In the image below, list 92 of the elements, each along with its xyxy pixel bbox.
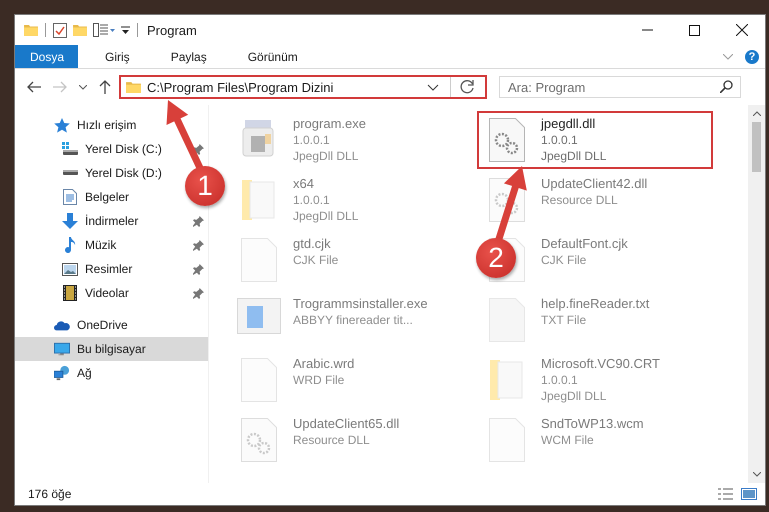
sidebar-item[interactable]: Yerel Disk (C:)	[62, 142, 162, 156]
picture-icon	[62, 262, 78, 276]
file-detail: JpegDll DLL	[293, 208, 358, 224]
sidebar-item[interactable]: Videolar	[62, 285, 129, 301]
up-button[interactable]	[99, 80, 111, 94]
item-count: 176 öğe	[28, 487, 72, 501]
folder-icon	[490, 358, 524, 402]
close-icon	[736, 24, 748, 36]
sidebar-item[interactable]: Ağ	[54, 365, 92, 381]
installer-window-icon	[237, 298, 281, 334]
file-name[interactable]: DefaultFont.cjk	[541, 236, 628, 252]
window-title: Program	[147, 22, 197, 38]
file-name[interactable]: Arabic.wrd	[293, 356, 354, 372]
file-name[interactable]: x64	[293, 176, 358, 192]
file-detail: Resource DLL	[541, 192, 619, 208]
music-note-icon	[64, 237, 76, 253]
file-detail: WRD File	[293, 372, 346, 388]
drive-icon	[62, 142, 78, 156]
sidebar-item[interactable]: Müzik	[62, 237, 116, 253]
gears-file-icon	[489, 118, 525, 162]
file-detail: 1.0.0.1	[541, 372, 579, 388]
ribbon-tab[interactable]: Görünüm	[232, 45, 312, 68]
star-icon	[54, 118, 70, 132]
customize-caret-icon[interactable]	[121, 26, 130, 34]
file-detail: ABBYY finereader tit...	[293, 312, 414, 328]
scrollbar-thumb[interactable]	[752, 122, 761, 172]
file-detail: CJK File	[293, 252, 338, 268]
file-detail: 1.0.0.1	[541, 132, 579, 148]
drive-icon	[62, 170, 78, 176]
file-icon	[241, 238, 277, 282]
file-detail: CJK File	[541, 252, 588, 268]
minimize-icon	[642, 29, 653, 31]
network-icon	[54, 365, 70, 381]
monitor-icon	[54, 342, 70, 356]
sidebar-item[interactable]: OneDrive	[54, 318, 128, 332]
scroll-down-icon[interactable]	[752, 472, 760, 477]
large-icons-view-icon[interactable]	[741, 488, 757, 500]
file-detail: WCM File	[541, 432, 595, 448]
file-detail: Resource DLL	[293, 432, 371, 448]
download-arrow-icon	[62, 213, 78, 229]
ribbon-tab[interactable]: Paylaş	[156, 45, 221, 68]
view-icon[interactable]	[93, 23, 115, 37]
file-name[interactable]: UpdateClient42.dll	[541, 176, 648, 192]
sidebar-item[interactable]: Hızlı erişim	[54, 118, 136, 132]
file-name[interactable]: SndToWP13.wcm	[541, 416, 644, 432]
search-icon	[720, 80, 733, 93]
back-button[interactable]	[27, 81, 41, 93]
sidebar-item[interactable]: Resimler	[62, 262, 132, 276]
scroll-up-icon[interactable]	[752, 111, 760, 116]
file-detail: TXT File	[541, 312, 588, 328]
file-icon	[241, 358, 277, 402]
maximize-icon	[689, 24, 700, 36]
folder-icon	[242, 178, 276, 222]
scrollbar[interactable]	[748, 105, 765, 483]
file-detail: 1.0.0.1	[293, 192, 331, 208]
file-name[interactable]: UpdateClient65.dll	[293, 416, 400, 432]
help-button[interactable]: ?	[745, 50, 759, 64]
search-field[interactable]: Ara: Program	[499, 76, 741, 98]
expand-ribbon-icon[interactable]	[723, 54, 733, 60]
folder-icon	[24, 24, 38, 36]
file-detail: 1.0.0.1	[293, 132, 331, 148]
file-detail: JpegDll DLL	[293, 148, 360, 164]
file-name[interactable]: gtd.cjk	[293, 236, 338, 252]
details-view-icon[interactable]	[717, 488, 733, 500]
new-folder-icon	[73, 24, 87, 36]
file-detail: JpegDll DLL	[541, 388, 608, 404]
sidebar-item[interactable]: Yerel Disk (D:)	[62, 166, 162, 180]
pin-icon[interactable]	[193, 144, 204, 154]
gears-file-icon	[241, 418, 277, 462]
document-icon	[63, 189, 77, 205]
ribbon-tab[interactable]: Giriş	[90, 45, 144, 68]
file-detail: JpegDll DLL	[541, 148, 606, 164]
file-name[interactable]: jpegdll.dll	[541, 116, 606, 132]
file-name[interactable]: help.fineReader.txt	[541, 296, 650, 312]
file-icon	[489, 418, 525, 462]
ribbon-tab[interactable]: Dosya	[15, 45, 78, 68]
pin-icon[interactable]	[193, 240, 204, 250]
cloud-icon	[54, 320, 70, 330]
pin-icon[interactable]	[193, 216, 204, 226]
file-name[interactable]: program.exe	[293, 116, 366, 132]
film-icon	[63, 285, 77, 301]
pin-icon[interactable]	[193, 264, 204, 274]
sidebar-item[interactable]: İndirmeler	[62, 213, 138, 229]
sidebar-item[interactable]: Belgeler	[62, 189, 130, 205]
file-name[interactable]: Microsoft.VC90.CRT	[541, 356, 660, 372]
address-bar[interactable]: C:\Program Files\Program Dizini	[119, 75, 487, 99]
pin-icon[interactable]	[193, 288, 204, 298]
folder-icon	[126, 80, 141, 94]
file-name[interactable]: Trogrammsinstaller.exe	[293, 296, 428, 312]
properties-icon[interactable]	[53, 22, 67, 38]
text-file-icon	[489, 298, 525, 342]
recent-caret-icon[interactable]	[79, 84, 87, 90]
